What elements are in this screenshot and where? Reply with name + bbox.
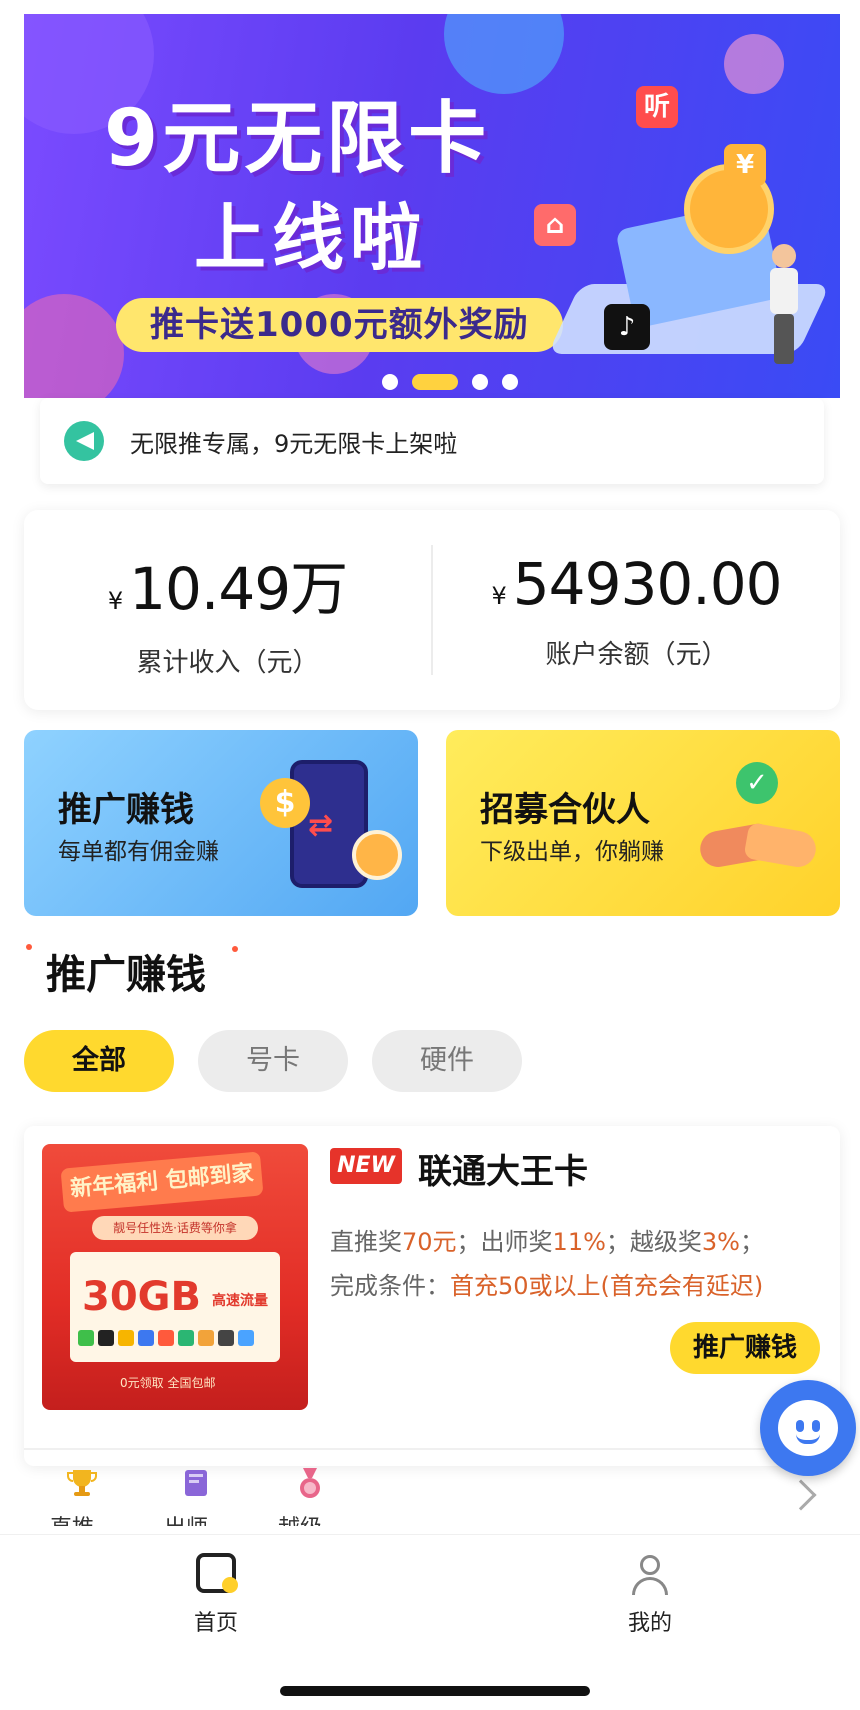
reward-label: 越级奖	[278, 1510, 342, 1526]
card-divider	[24, 1448, 840, 1450]
product-image-bottom: 0元领取 全国包邮	[120, 1376, 216, 1390]
listen-icon: 听	[636, 86, 678, 128]
product-image-pill: 靓号任性选·话费等你拿	[92, 1216, 258, 1240]
reward-value: 70元	[402, 1228, 457, 1256]
carousel-dots[interactable]	[382, 374, 518, 390]
tiktok-icon: ♪	[604, 304, 650, 350]
account-balance-value: 54930.00	[512, 549, 783, 618]
trophy-icon	[67, 1470, 97, 1496]
new-badge: NEW	[330, 1148, 402, 1184]
user-icon	[628, 1553, 672, 1597]
carousel-dot[interactable]	[382, 374, 398, 390]
user-badge-icon	[352, 830, 402, 880]
tab-sim-cards[interactable]: 号卡	[198, 1030, 348, 1092]
recruit-partner-subtitle: 下级出单，你躺赚	[480, 839, 664, 865]
banner-title-line2: 上线啦	[194, 196, 429, 280]
product-image-ribbon: 新年福利 包邮到家	[60, 1151, 264, 1213]
yen-icon: ¥	[724, 144, 766, 186]
reward-skip-level[interactable]: 越级奖	[278, 1466, 342, 1526]
product-name: 联通大王卡	[418, 1152, 588, 1192]
product-image[interactable]: 新年福利 包邮到家 靓号任性选·话费等你拿 30GB 高速流量 0元领取 全国包…	[42, 1144, 308, 1410]
dollar-coin-icon: $	[260, 778, 310, 828]
account-balance-label: 账户余额（元）	[545, 639, 728, 670]
reward-value: 3%	[701, 1228, 740, 1256]
home-app-icon: ⌂	[534, 204, 576, 246]
product-condition: 完成条件：首充50或以上(首充会有延迟)	[330, 1266, 763, 1301]
category-tabs: 全部 号卡 硬件	[24, 1030, 522, 1092]
banner-illustration: 听 ¥ ⌂ ♪	[534, 86, 834, 384]
promote-earn-card[interactable]: 推广赚钱 每单都有佣金赚 ⇄ $	[24, 730, 418, 916]
account-balance[interactable]: ¥ 54930.00 账户余额（元）	[433, 550, 840, 671]
nav-me[interactable]: 我的	[590, 1553, 710, 1637]
currency-symbol: ¥	[491, 581, 507, 610]
reward-text: ；出师奖	[456, 1228, 553, 1256]
carousel-dot-active[interactable]	[412, 374, 458, 390]
reward-text: ；	[739, 1228, 764, 1256]
medal-icon	[300, 1468, 320, 1498]
product-card[interactable]: 新年福利 包邮到家 靓号任性选·话费等你拿 30GB 高速流量 0元领取 全国包…	[24, 1126, 840, 1466]
carousel-dot[interactable]	[502, 374, 518, 390]
person-illustration	[764, 244, 804, 364]
banner-title-line1: 9元无限卡	[104, 94, 491, 184]
promote-earn-button[interactable]: 推广赚钱	[670, 1322, 820, 1374]
home-indicator[interactable]	[280, 1686, 590, 1696]
condition-label: 完成条件：	[330, 1272, 450, 1300]
reward-text: 直推奖	[330, 1228, 402, 1256]
product-image-data-sub: 高速流量	[212, 1293, 268, 1309]
reward-mentor[interactable]: 出师奖	[164, 1466, 228, 1526]
nav-home-label: 首页	[193, 1611, 238, 1636]
earnings-summary: ¥ 10.49万 累计收入（元） ¥ 54930.00 账户余额（元）	[24, 510, 840, 710]
product-rewards: 直推奖70元；出师奖11%；越级奖3%；	[330, 1222, 764, 1257]
bottom-navigation: 首页 我的	[0, 1534, 860, 1710]
reward-text: ；越级奖	[605, 1228, 702, 1256]
total-income-label: 累计收入（元）	[136, 647, 319, 678]
app-icons-row	[78, 1330, 254, 1346]
promo-banner[interactable]: 9元无限卡 上线啦 推卡送1000元额外奖励 听 ¥ ⌂ ♪	[24, 14, 840, 398]
tab-hardware[interactable]: 硬件	[372, 1030, 522, 1092]
book-icon	[185, 1470, 207, 1496]
megaphone-icon	[64, 421, 104, 461]
recruit-partner-card[interactable]: 招募合伙人 下级出单，你躺赚 ✓	[446, 730, 840, 916]
tab-all[interactable]: 全部	[24, 1030, 174, 1092]
section-title-text: 推广赚钱	[46, 952, 206, 998]
announcement-text: 无限推专属，9元无限卡上架啦	[130, 429, 458, 458]
nav-home[interactable]: 首页	[156, 1553, 276, 1637]
reward-label: 直推奖	[50, 1510, 114, 1526]
home-icon	[194, 1553, 238, 1597]
reward-direct[interactable]: 直推奖	[50, 1466, 114, 1526]
currency-symbol: ¥	[107, 586, 124, 615]
banner-subtitle: 推卡送1000元额外奖励	[116, 298, 563, 352]
carousel-dot[interactable]	[472, 374, 488, 390]
promote-earn-subtitle: 每单都有佣金赚	[58, 839, 219, 865]
recruit-partner-title: 招募合伙人	[480, 790, 650, 830]
reward-label: 出师奖	[164, 1510, 228, 1526]
customer-service-button[interactable]	[760, 1380, 856, 1476]
chevron-right-icon[interactable]	[785, 1479, 817, 1511]
reward-value: 11%	[552, 1228, 606, 1256]
nav-me-label: 我的	[627, 1611, 672, 1636]
announcement-bar[interactable]: 无限推专属，9元无限卡上架啦	[40, 398, 824, 484]
reward-types: 直推奖 出师奖 越级奖	[50, 1466, 342, 1526]
product-image-data: 30GB	[82, 1274, 201, 1320]
checkmark-icon: ✓	[736, 762, 778, 804]
handshake-icon	[697, 818, 820, 878]
smiley-icon	[778, 1400, 838, 1456]
total-income-value: 10.49万	[129, 554, 348, 623]
section-title: 推广赚钱	[26, 942, 238, 1000]
condition-value: 首充50或以上(首充会有延迟)	[450, 1272, 764, 1300]
promote-earn-title: 推广赚钱	[58, 790, 194, 830]
total-income[interactable]: ¥ 10.49万 累计收入（元）	[24, 542, 431, 679]
